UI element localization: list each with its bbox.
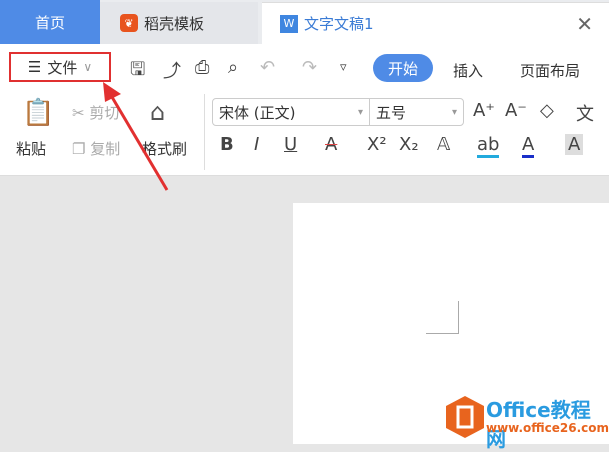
superscript-icon[interactable]: X² xyxy=(367,134,387,155)
tab-bar: 首页 ❦ 稻壳模板 W 文字文稿1 ✕ xyxy=(0,0,609,44)
underline-icon[interactable]: U xyxy=(284,134,297,155)
dropdown-icon: ▾ xyxy=(357,106,363,118)
tab-insert[interactable]: 插入 xyxy=(453,60,483,81)
font-select[interactable]: 宋体 (正文) ▾ xyxy=(212,98,370,126)
grow-font-icon[interactable]: A⁺ xyxy=(473,100,495,121)
more-icon[interactable]: ▿ xyxy=(340,60,347,75)
menu-icon: ☰ xyxy=(27,58,42,76)
highlight-icon[interactable]: ab xyxy=(477,134,500,158)
font-value: 宋体 (正文) xyxy=(219,103,296,122)
paste-button[interactable]: 粘贴 xyxy=(16,138,46,159)
ribbon: 📋 粘贴 ✂ 剪切 ❐ 复制 ⌂ 格式刷 宋体 (正文) ▾ 五号 ▾ A⁺ A⁻ … xyxy=(0,90,609,176)
red-arrow-annotation xyxy=(103,82,169,191)
tab-document[interactable]: W 文字文稿1 ✕ xyxy=(262,2,609,44)
office-logo-icon xyxy=(446,396,484,438)
subscript-icon[interactable]: X₂ xyxy=(399,134,419,155)
margin-marker xyxy=(426,301,459,334)
phonetic-icon[interactable]: 文 xyxy=(576,100,594,126)
size-value: 五号 xyxy=(376,103,407,122)
tab-start[interactable]: 开始 xyxy=(373,54,433,82)
tab-home[interactable]: 首页 xyxy=(0,0,100,44)
font-size-select[interactable]: 五号 ▾ xyxy=(369,98,464,126)
clear-format-icon[interactable]: ◇ xyxy=(540,100,554,121)
dropdown-icon: ▾ xyxy=(451,106,457,118)
redo-icon[interactable]: ↷ xyxy=(302,57,317,78)
undo-icon[interactable]: ↶ xyxy=(260,57,275,78)
print-preview-icon[interactable]: ⌕ xyxy=(228,57,238,78)
text-effect-icon[interactable]: 𝔸 xyxy=(437,134,450,155)
char-shading-icon[interactable]: A xyxy=(565,134,584,155)
bold-icon[interactable]: B xyxy=(220,134,234,155)
divider xyxy=(204,94,205,170)
quick-toolbar: ☰ 文件 ∨ 🖫 ⤴ ⎙ ⌕ ↶ ↷ ▿ 开始 插入 页面布局 xyxy=(0,44,609,90)
tab-docer[interactable]: ❦ 稻壳模板 xyxy=(100,2,258,44)
paste-icon[interactable]: 📋 xyxy=(22,98,54,128)
print-icon[interactable]: ⎙ xyxy=(195,57,209,78)
chevron-down-icon: ∨ xyxy=(83,60,93,74)
font-color-icon[interactable]: A xyxy=(522,134,535,158)
tab-label: 首页 xyxy=(34,13,65,32)
docer-icon: ❦ xyxy=(120,14,138,32)
file-label: 文件 xyxy=(47,58,78,77)
file-menu-button[interactable]: ☰ 文件 ∨ xyxy=(9,52,111,82)
tab-label: 稻壳模板 xyxy=(144,14,205,33)
tab-page-layout[interactable]: 页面布局 xyxy=(520,60,580,81)
shrink-font-icon[interactable]: A⁻ xyxy=(505,100,527,121)
writer-icon: W xyxy=(280,14,298,33)
close-icon[interactable]: ✕ xyxy=(576,12,593,36)
italic-icon[interactable]: I xyxy=(254,134,259,155)
watermark-url: www.office26.com xyxy=(486,421,609,435)
tab-label: 文字文稿1 xyxy=(304,15,374,33)
strikethrough-icon[interactable]: A xyxy=(325,134,337,155)
watermark-logo: Office教程网 www.office26.com xyxy=(446,392,609,451)
